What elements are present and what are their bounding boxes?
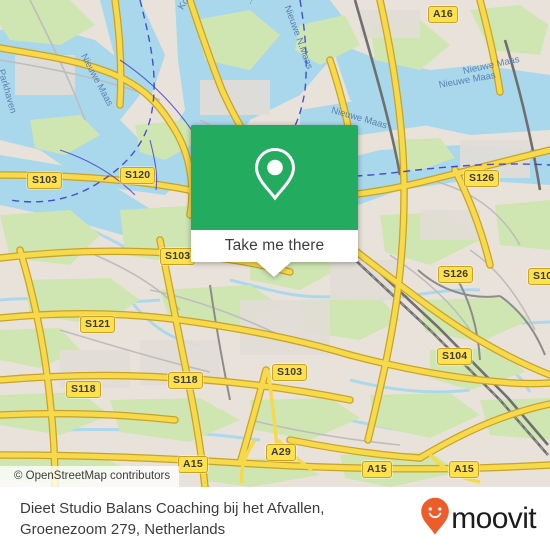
road-shield-s104: S104 [437, 348, 473, 365]
road-shield-a15: A15 [178, 456, 208, 473]
road-shield-s118: S118 [66, 381, 101, 398]
road-shield-a15: A15 [362, 461, 392, 478]
place-name-line: Dieet Studio Balans Coaching bij het Afv… [20, 499, 325, 517]
callout-pointer-tail [257, 262, 291, 277]
moovit-map-share-card: Nieuwe MaasParkhavenKoningshaven…havenNi… [0, 0, 550, 550]
callout-pin-panel [191, 125, 358, 230]
road-shield-s126: S126 [438, 266, 474, 283]
moovit-logo[interactable]: moovit [420, 497, 537, 540]
footer-bar: Dieet Studio Balans Coaching bij het Afv… [0, 487, 550, 550]
moovit-pin-smile-icon [420, 497, 450, 540]
moovit-wordmark: moovit [451, 501, 536, 535]
place-description: Dieet Studio Balans Coaching bij het Afv… [20, 498, 324, 540]
road-shield-s118: S118 [168, 372, 203, 389]
location-callout-card[interactable]: Take me there [191, 125, 358, 277]
road-shield-a29: A29 [266, 444, 296, 461]
place-address-line: Groenezoom 279, Netherlands [20, 520, 226, 538]
road-shield-s10: S10 [528, 268, 550, 285]
road-shield-a15: A15 [449, 461, 479, 478]
road-shield-s121: S121 [80, 316, 116, 333]
road-shield-s103: S103 [27, 172, 63, 189]
osm-attribution: © OpenStreetMap contributors [0, 466, 180, 487]
road-shield-s103: S103 [272, 364, 308, 381]
road-shield-a16: A16 [428, 6, 458, 23]
take-me-there-button[interactable]: Take me there [191, 230, 358, 262]
road-shield-s126: S126 [464, 170, 500, 187]
map-pin-icon [252, 146, 298, 209]
road-shield-s120: S120 [120, 167, 156, 184]
